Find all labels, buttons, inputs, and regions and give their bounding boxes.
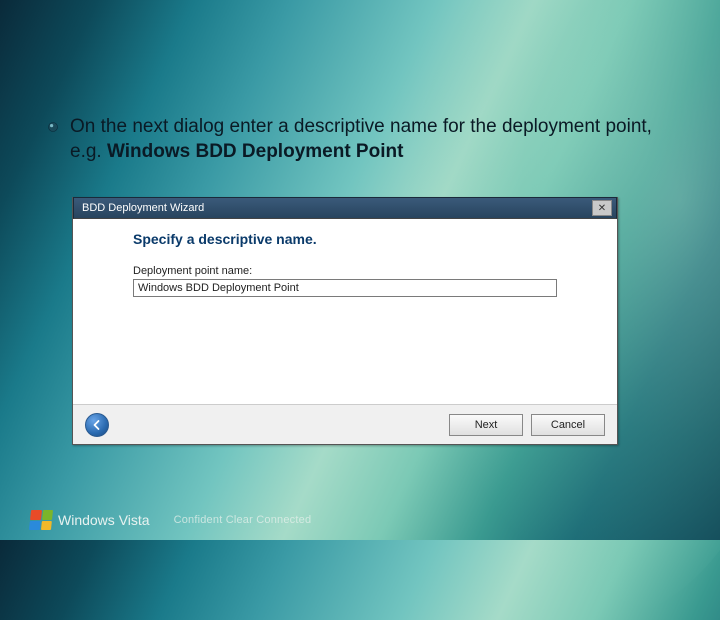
brand-slogan: Confident Clear Connected: [174, 514, 312, 526]
arrow-left-icon: [91, 419, 103, 431]
windows-logo-icon: [29, 510, 53, 530]
brand-windows: Windows: [58, 512, 115, 528]
brand-text: Windows Vista: [58, 512, 150, 528]
wizard-heading: Specify a descriptive name.: [133, 231, 557, 247]
instruction-bullet: On the next dialog enter a descriptive n…: [48, 115, 660, 164]
field-label: Deployment point name:: [133, 265, 557, 277]
bullet-icon: [48, 122, 58, 132]
instruction-bold: Windows BDD Deployment Point: [107, 141, 403, 162]
instruction-text: On the next dialog enter a descriptive n…: [70, 115, 660, 164]
next-button[interactable]: Next: [449, 414, 523, 436]
window-title: BDD Deployment Wizard: [78, 202, 592, 214]
brand-area: Windows Vista Confident Clear Connected: [30, 510, 311, 530]
wizard-footer: Next Cancel: [73, 404, 617, 444]
deployment-name-input[interactable]: [133, 279, 557, 297]
cancel-button[interactable]: Cancel: [531, 414, 605, 436]
titlebar[interactable]: BDD Deployment Wizard ✕: [73, 197, 617, 219]
back-button[interactable]: [85, 413, 109, 437]
close-icon: ✕: [598, 203, 606, 214]
close-button[interactable]: ✕: [592, 200, 612, 216]
brand-vista: Vista: [119, 512, 150, 528]
wizard-body: Specify a descriptive name. Deployment p…: [73, 219, 617, 404]
wizard-window: BDD Deployment Wizard ✕ Specify a descri…: [72, 197, 618, 445]
